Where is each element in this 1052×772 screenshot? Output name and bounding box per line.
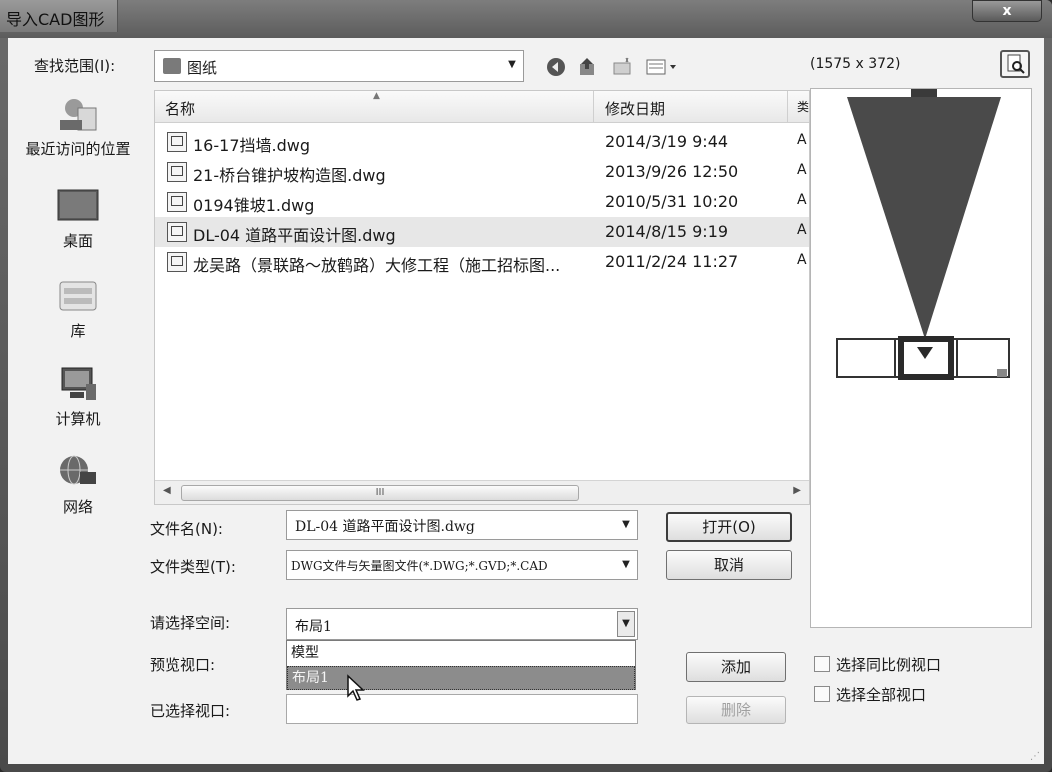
drawing-thumbnail: [836, 89, 1010, 380]
views-menu-icon[interactable]: [644, 56, 680, 80]
preview-viewport-label: 预览视口:: [150, 656, 216, 674]
dialog-client: 查找范围(I): 图纸 ▼ 最近访问的位置 桌面 库 计算机 网络 名称 ▲ 修…: [8, 38, 1044, 764]
file-date: 2010/5/31 10:20: [605, 192, 739, 211]
lookin-combo[interactable]: 图纸 ▼: [154, 50, 524, 82]
same-scale-checkbox[interactable]: [814, 656, 830, 672]
cancel-button[interactable]: 取消: [666, 550, 792, 580]
column-type[interactable]: 类: [797, 98, 809, 115]
place-computer[interactable]: 计算机: [8, 364, 148, 429]
open-button[interactable]: 打开(O): [666, 512, 792, 542]
place-label: 桌面: [62, 232, 93, 250]
chevron-down-icon: ▼: [622, 559, 630, 570]
file-list-header: 名称 ▲ 修改日期 类: [155, 91, 809, 123]
dwg-file-icon: [167, 132, 187, 152]
up-folder-icon[interactable]: [576, 56, 600, 80]
chevron-down-icon[interactable]: ▼: [617, 611, 635, 637]
scroll-right-icon[interactable]: ▶: [793, 485, 801, 496]
space-dropdown-list[interactable]: 模型 布局1: [286, 640, 636, 690]
dropdown-option-highlighted[interactable]: 布局1: [287, 666, 635, 690]
file-type: A: [797, 192, 807, 208]
select-all-label: 选择全部视口: [836, 686, 927, 704]
title-box: 导入CAD图形: [0, 0, 118, 32]
scroll-left-icon[interactable]: ◀: [163, 485, 171, 496]
file-date: 2013/9/26 12:50: [605, 162, 739, 181]
place-network[interactable]: 网络: [8, 452, 148, 517]
place-desktop[interactable]: 桌面: [8, 186, 148, 251]
file-name: 16-17挡墙.dwg: [193, 136, 310, 155]
sort-ascending-icon: ▲: [373, 91, 380, 101]
dropdown-option[interactable]: 模型: [287, 642, 635, 666]
selected-viewport-label: 已选择视口:: [150, 702, 231, 720]
place-recent[interactable]: 最近访问的位置: [8, 94, 148, 159]
dwg-file-icon: [167, 192, 187, 212]
column-divider[interactable]: [593, 91, 594, 123]
libraries-icon: [56, 276, 100, 316]
file-row[interactable]: 21-桥台锥护坡构造图.dwg 2013/9/26 12:50 A: [155, 157, 809, 187]
file-date: 2014/3/19 9:44: [605, 132, 729, 151]
chevron-down-icon: ▼: [508, 59, 516, 70]
close-button[interactable]: x: [972, 0, 1042, 22]
horizontal-scrollbar[interactable]: ◀ III ▶: [155, 480, 809, 504]
recent-places-icon: [56, 94, 100, 134]
lookin-value: 图纸: [187, 59, 218, 77]
lookin-label: 查找范围(I):: [34, 57, 116, 75]
place-label: 网络: [62, 498, 93, 516]
folder-icon: [163, 58, 181, 74]
select-all-checkbox[interactable]: [814, 686, 830, 702]
dwg-file-icon: [167, 252, 187, 272]
column-name[interactable]: 名称: [165, 98, 195, 119]
resize-grip-icon[interactable]: ⋰: [1030, 751, 1040, 762]
file-row[interactable]: 龙吴路（景联路～放鹤路）大修工程（施工招标图... 2011/2/24 11:2…: [155, 247, 809, 277]
same-scale-label: 选择同比例视口: [836, 656, 942, 674]
file-type: A: [797, 222, 807, 238]
filetype-combo[interactable]: DWG文件与矢量图文件(*.DWG;*.GVD;*.CAD ▼: [286, 550, 638, 580]
space-value: 布局1: [295, 619, 332, 635]
file-row-selected[interactable]: DL-04 道路平面设计图.dwg 2014/8/15 9:19 A: [155, 217, 809, 247]
column-date[interactable]: 修改日期: [605, 98, 665, 119]
filetype-value: DWG文件与矢量图文件(*.DWG;*.GVD;*.CAD: [291, 559, 548, 573]
dwg-file-icon: [167, 162, 187, 182]
space-label: 请选择空间:: [150, 614, 231, 632]
preview-pane: [810, 88, 1032, 628]
file-type: A: [797, 162, 807, 178]
filename-combo[interactable]: DL-04 道路平面设计图.dwg ▼: [286, 510, 638, 540]
window-title: 导入CAD图形: [6, 10, 105, 29]
file-name: 0194锥坡1.dwg: [193, 196, 315, 215]
computer-icon: [56, 364, 100, 404]
file-type: A: [797, 252, 807, 268]
network-icon: [56, 452, 100, 492]
file-name: DL-04 道路平面设计图.dwg: [193, 226, 396, 245]
filetype-label: 文件类型(T):: [150, 558, 236, 576]
selected-viewport-field[interactable]: [286, 694, 638, 724]
place-label: 库: [70, 322, 86, 340]
file-name: 21-桥台锥护坡构造图.dwg: [193, 166, 386, 185]
filename-value: DL-04 道路平面设计图.dwg: [295, 519, 475, 535]
preview-toggle-icon[interactable]: [1000, 50, 1030, 78]
file-row[interactable]: 16-17挡墙.dwg 2014/3/19 9:44 A: [155, 127, 809, 157]
mouse-cursor-icon: [347, 674, 365, 701]
place-label: 计算机: [55, 410, 101, 428]
desktop-icon: [56, 186, 100, 226]
preview-size-text: (1575 x 372): [810, 56, 901, 72]
add-button[interactable]: 添加: [686, 652, 786, 682]
title-bar[interactable]: 导入CAD图形 x: [0, 0, 1052, 38]
new-folder-icon[interactable]: [610, 56, 634, 80]
file-type: A: [797, 132, 807, 148]
place-libraries[interactable]: 库: [8, 276, 148, 341]
dialog-window: 导入CAD图形 x 查找范围(I): 图纸 ▼ 最近访问的位置 桌面 库 计算机…: [0, 0, 1052, 772]
delete-button[interactable]: 删除: [686, 696, 786, 724]
place-label: 最近访问的位置: [25, 140, 131, 158]
back-icon[interactable]: [544, 56, 568, 80]
space-combo[interactable]: 布局1 ▼: [286, 608, 638, 640]
column-divider[interactable]: [787, 91, 788, 123]
chevron-down-icon: ▼: [622, 519, 630, 530]
scroll-thumb[interactable]: III: [181, 485, 579, 501]
dwg-file-icon: [167, 222, 187, 242]
file-date: 2014/8/15 9:19: [605, 222, 729, 241]
file-date: 2011/2/24 11:27: [605, 252, 739, 271]
file-list[interactable]: 名称 ▲ 修改日期 类 16-17挡墙.dwg 2014/3/19 9:44 A…: [154, 90, 810, 505]
filename-label: 文件名(N):: [150, 520, 223, 538]
file-name: 龙吴路（景联路～放鹤路）大修工程（施工招标图...: [193, 256, 561, 275]
file-row[interactable]: 0194锥坡1.dwg 2010/5/31 10:20 A: [155, 187, 809, 217]
